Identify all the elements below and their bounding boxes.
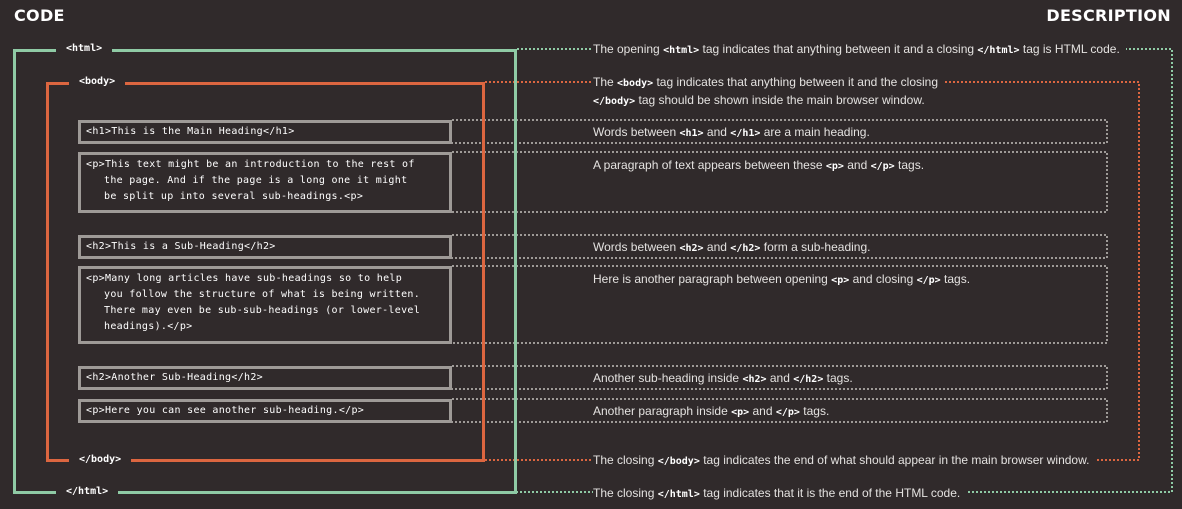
code-line: the page. And if the page is a long one … (104, 175, 408, 186)
p1-description: A paragraph of text appears between thes… (593, 158, 925, 172)
html-open-description: The opening <html> tag indicates that an… (593, 41, 1126, 59)
code-line: <h2>This is a Sub-Heading</h2> (86, 241, 276, 252)
code-line: headings).</p> (104, 321, 193, 332)
code-line: be split up into several sub-headings.<p… (104, 191, 364, 202)
code-line: <h1>This is the Main Heading</h1> (86, 126, 295, 137)
h2b-description: Another sub-heading inside <h2> and </h2… (593, 371, 853, 385)
p3-code: <p>Here you can see another sub-heading.… (86, 403, 364, 419)
body-close-description: The closing </body> tag indicates the en… (593, 452, 1096, 470)
p1-code: <p>This text might be an introduction to… (86, 157, 415, 205)
body-close-tag: </body> (69, 453, 132, 467)
html-close-description: The closing </html> tag indicates that i… (593, 485, 967, 503)
h2b-code: <h2>Another Sub-Heading</h2> (86, 370, 263, 386)
code-line: <p>Here you can see another sub-heading.… (86, 405, 365, 416)
h1-code: <h1>This is the Main Heading</h1> (86, 124, 295, 140)
code-line: <p>This text might be an introduction to… (86, 159, 415, 170)
code-line: There may even be sub-sub-headings (or l… (104, 305, 421, 316)
html-open-tag: <html> (56, 42, 113, 56)
code-line: <h2>Another Sub-Heading</h2> (86, 372, 263, 383)
body-open-tag: <body> (69, 75, 126, 89)
p2-description: Here is another paragraph between openin… (593, 272, 971, 286)
html-close-tag: </html> (56, 485, 119, 499)
code-line: you follow the structure of what is bein… (104, 289, 421, 300)
code-line: <p>Many long articles have sub-headings … (86, 273, 403, 284)
h2a-code: <h2>This is a Sub-Heading</h2> (86, 239, 276, 255)
h2a-description: Words between <h2> and </h2> form a sub-… (593, 240, 871, 254)
body-open-description: The <body> tag indicates that anything b… (593, 74, 944, 110)
h1-description: Words between <h1> and </h1> are a main … (593, 125, 870, 139)
p3-description: Another paragraph inside <p> and </p> ta… (593, 404, 830, 418)
p2-code: <p>Many long articles have sub-headings … (86, 271, 420, 335)
